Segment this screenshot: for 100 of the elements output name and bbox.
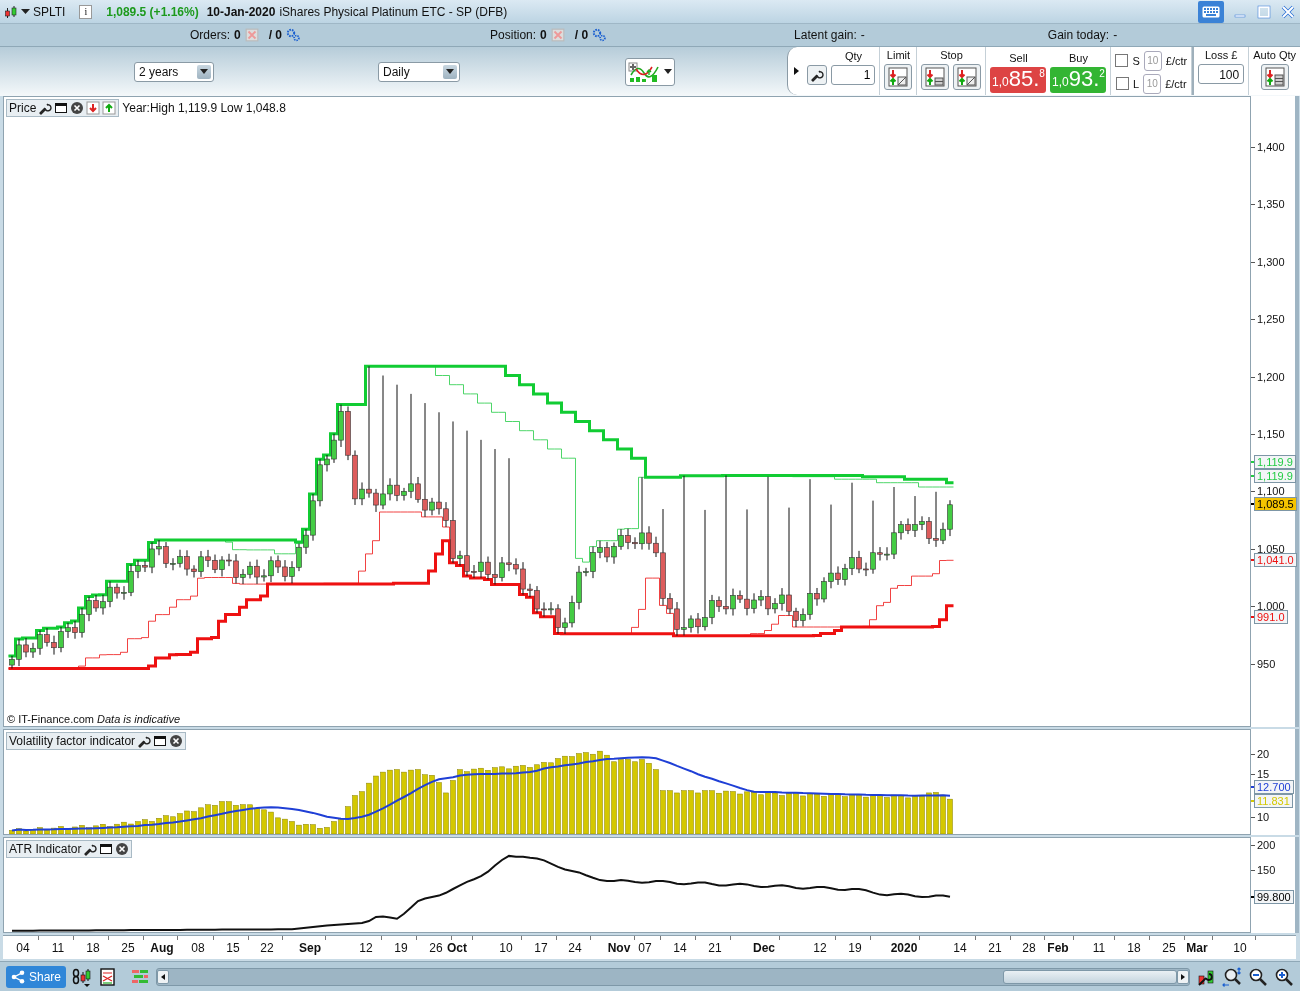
interval-dropdown[interactable]: Daily xyxy=(378,61,460,82)
axis-tick-label: 10 xyxy=(1257,811,1270,823)
level-label: 12.700 xyxy=(1254,780,1294,794)
orders-label: Orders: xyxy=(190,28,230,42)
date-label: 19 xyxy=(848,941,862,955)
horizontal-scrollbar[interactable] xyxy=(156,968,1190,986)
level-label: 11.831 xyxy=(1254,794,1293,808)
gain-today-label: Gain today: xyxy=(1047,28,1110,42)
date-label: 21 xyxy=(708,941,722,955)
level-label: 1,119.9 xyxy=(1254,469,1296,483)
date-label: 04 xyxy=(16,941,30,955)
date-label: 15 xyxy=(226,941,240,955)
auto-qty-label: Auto Qty xyxy=(1253,49,1296,62)
loss-label: Loss £ xyxy=(1205,49,1238,62)
date-label: 14 xyxy=(673,941,687,955)
close-icon[interactable] xyxy=(115,842,130,856)
date-label: 12 xyxy=(813,941,827,955)
date-label: 10 xyxy=(499,941,513,955)
instrument-name: iShares Physical Platinum ETC - SP (DFB) xyxy=(279,4,508,19)
axis-tick-label: 1,400 xyxy=(1257,141,1285,153)
date-label: 25 xyxy=(1162,941,1176,955)
axis-tick-label: 1,300 xyxy=(1257,255,1285,268)
date-label: 17 xyxy=(534,941,548,955)
zoom-fit-icon[interactable] xyxy=(1222,967,1242,987)
window-icon[interactable] xyxy=(153,734,168,748)
stop-limit-button[interactable] xyxy=(953,64,982,90)
info-button[interactable]: i xyxy=(79,4,93,19)
chart-settings-icon[interactable] xyxy=(1196,967,1216,987)
date-label: 21 xyxy=(988,941,1002,955)
chart-type-button[interactable] xyxy=(625,57,675,86)
date-label: 10 xyxy=(1233,941,1247,955)
gears-icon[interactable] xyxy=(286,28,301,42)
wrench-icon[interactable] xyxy=(137,734,152,748)
auto-qty-button[interactable] xyxy=(1260,64,1289,90)
candlestick-icon[interactable] xyxy=(4,4,18,19)
zoom-in-icon[interactable] xyxy=(1274,967,1294,987)
level-label: 1,041.0 xyxy=(1254,553,1297,567)
date-label: 14 xyxy=(953,941,967,955)
panel-title: Volatility factor indicator xyxy=(9,734,136,748)
axis-tick-label: 1,050 xyxy=(1257,542,1285,555)
wrench-icon[interactable] xyxy=(83,842,98,856)
qty-label: Qty xyxy=(844,50,862,63)
date-label: 07 xyxy=(638,941,652,955)
axis-tick-label: 20 xyxy=(1257,748,1270,760)
keyboard-button[interactable] xyxy=(1198,0,1224,23)
date-label: 24 xyxy=(568,941,582,955)
linked-candles-icon[interactable] xyxy=(72,967,93,987)
guard-letter: S xyxy=(1132,54,1140,67)
zoom-out-icon[interactable] xyxy=(1248,967,1268,987)
gears-icon[interactable] xyxy=(592,28,607,42)
date-label: Feb xyxy=(1047,941,1069,955)
caret-icon[interactable] xyxy=(200,69,208,74)
price-change: 1,089.5 (+1.16%) xyxy=(106,4,199,19)
arrow-up-icon[interactable] xyxy=(102,101,117,115)
level-label: 1,119.9 xyxy=(1254,455,1296,469)
window-icon[interactable] xyxy=(54,101,69,115)
date-label: 2020 xyxy=(890,941,918,955)
current-price-label: 1,089.5 xyxy=(1254,497,1297,511)
unit-label: £/ctr xyxy=(1165,54,1188,67)
level-label: 991.0 xyxy=(1254,610,1288,624)
caret-icon[interactable] xyxy=(446,69,454,74)
caret-icon[interactable] xyxy=(664,69,672,74)
date-label: 11 xyxy=(1092,941,1106,955)
wrench-icon[interactable] xyxy=(38,101,53,115)
close-icon[interactable] xyxy=(70,101,85,115)
buy-label: Buy xyxy=(1068,51,1088,65)
expand-arrow-icon[interactable] xyxy=(794,67,800,75)
share-icon xyxy=(11,970,25,984)
arrow-right-icon[interactable] xyxy=(1181,974,1185,980)
date-label: Dec xyxy=(753,941,775,955)
date-label: 11 xyxy=(51,941,65,955)
qty-field[interactable]: 1 xyxy=(831,65,876,85)
axis-tick-label: 1,100 xyxy=(1257,485,1285,498)
window-icon[interactable] xyxy=(99,842,114,856)
limit-order-button[interactable] xyxy=(884,64,913,90)
stop-order-button[interactable] xyxy=(921,64,950,90)
arrow-down-icon[interactable] xyxy=(86,101,101,115)
limit-label: Limit xyxy=(886,49,911,62)
period-dropdown[interactable]: 2 years xyxy=(134,61,214,82)
latent-gain-value: - xyxy=(860,28,865,42)
date-label: 18 xyxy=(86,941,100,955)
date-label: 12 xyxy=(359,941,373,955)
caret-icon[interactable] xyxy=(21,8,30,15)
credit-text: © IT-Finance.com Data is indicative xyxy=(7,713,181,725)
share-button[interactable]: Share xyxy=(6,966,67,988)
date-label: 18 xyxy=(1127,941,1141,955)
loss-field[interactable]: 100 xyxy=(1198,64,1245,84)
date-label: Mar xyxy=(1186,941,1208,955)
axis-tick-label: 15 xyxy=(1257,768,1270,780)
close-icon[interactable] xyxy=(169,734,184,748)
axis-tick-label: 200 xyxy=(1257,839,1276,851)
guard-letter: L xyxy=(1133,77,1140,90)
date-label: Oct xyxy=(447,941,467,955)
position-count: 0 xyxy=(540,28,547,42)
date-label: Aug xyxy=(150,941,174,955)
arrow-left-icon[interactable] xyxy=(161,974,166,980)
date-label: 22 xyxy=(260,941,274,955)
date-label: 19 xyxy=(394,941,408,955)
axis-tick-label: 1,200 xyxy=(1257,370,1285,383)
date-label: Nov xyxy=(607,941,631,955)
